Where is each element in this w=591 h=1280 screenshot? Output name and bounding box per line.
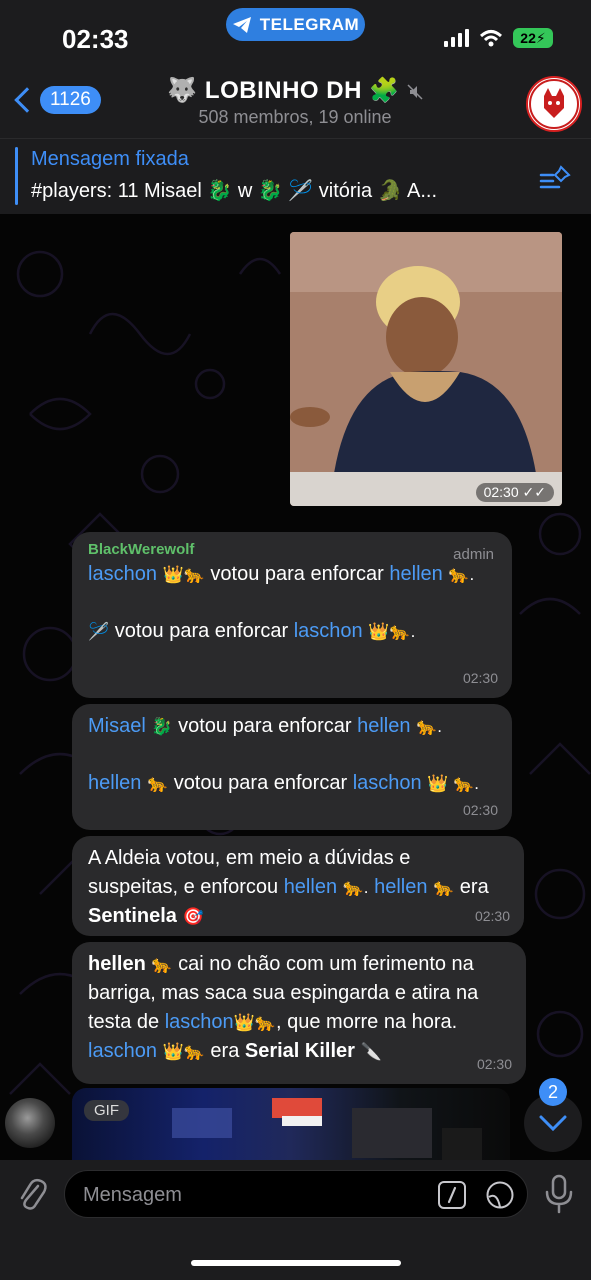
photo-message[interactable]: 02:30 ✓✓ [290, 232, 562, 506]
message-time: 02:30 [476, 1056, 512, 1072]
mention-link[interactable]: hellen [374, 876, 427, 898]
message-text: hellen 🐆 cai no chão com um ferimento na… [88, 953, 479, 1062]
chevron-down-icon [539, 1115, 567, 1131]
message-time: 02:30 [462, 670, 498, 686]
status-bar: 02:33 TELEGRAM 22 ⚡ [0, 0, 591, 70]
pinned-message-bar[interactable]: Mensagem fixada #players: 11 Misael 🐉 w … [0, 138, 591, 214]
message-bubble[interactable]: hellen 🐆 cai no chão com um ferimento na… [72, 942, 526, 1084]
battery-icon: 22 ⚡ [513, 28, 553, 48]
status-time: 02:33 [62, 24, 129, 54]
message-input[interactable] [83, 1180, 413, 1210]
chat-title-text: LOBINHO DH [204, 77, 362, 104]
microphone-icon[interactable] [544, 1174, 574, 1214]
mention-link[interactable]: laschon [88, 1040, 157, 1062]
muted-icon [407, 84, 423, 100]
chat-header: 1126 🐺 LOBINHO DH 🧩 508 membros, 19 onli… [0, 70, 591, 138]
wolf-logo-icon [529, 79, 579, 129]
unread-mentions-badge: 2 [539, 1078, 567, 1106]
telegram-pill-label: TELEGRAM [259, 14, 360, 34]
puzzle-emoji: 🧩 [369, 77, 400, 104]
gif-message[interactable]: GIF [72, 1088, 510, 1160]
admin-badge: admin [453, 546, 494, 563]
message-time: 02:30 [462, 802, 498, 818]
mention-link[interactable]: hellen [357, 715, 410, 737]
pinned-text: #players: 11 Misael 🐉 w 🐉 🪡 vitória 🐊 A.… [31, 180, 438, 202]
sender-avatar[interactable] [5, 1098, 55, 1148]
chevron-left-icon [14, 87, 40, 113]
telegram-icon [232, 16, 251, 33]
mention-link[interactable]: laschon [353, 772, 422, 794]
message-sender[interactable]: BlackWerewolf [88, 540, 496, 560]
chat-subtitle: 508 membros, 19 online [198, 107, 392, 127]
group-avatar[interactable] [526, 76, 582, 132]
home-indicator [191, 1260, 401, 1266]
wolf-emoji: 🐺 [167, 77, 198, 104]
message-text: hellen 🐆 votou para enforcar laschon 👑 🐆… [88, 772, 479, 794]
back-button[interactable]: 1126 [10, 86, 101, 114]
message-time: 02:30 [474, 908, 510, 924]
mention-link[interactable]: laschon [88, 563, 157, 585]
chat-area[interactable]: 02:30 ✓✓ BlackWerewolf admin laschon 👑🐆 … [0, 214, 591, 1160]
mention-link[interactable]: hellen [389, 563, 442, 585]
chat-title-area[interactable]: 🐺 LOBINHO DH 🧩 508 membros, 19 online [120, 76, 470, 128]
signal-icon [444, 29, 469, 47]
attach-icon[interactable] [14, 1176, 48, 1212]
message-text: 🪡 votou para enforcar laschon 👑🐆. [88, 620, 416, 642]
mention-link[interactable]: Misael [88, 715, 146, 737]
gif-preview [172, 1098, 482, 1160]
sticker-icon[interactable] [485, 1180, 515, 1210]
message-bubble[interactable]: BlackWerewolf admin laschon 👑🐆 votou par… [72, 532, 512, 698]
pinned-list-icon[interactable] [539, 165, 571, 191]
chat-title: 🐺 LOBINHO DH 🧩 [120, 76, 470, 105]
unread-count-badge: 1126 [40, 86, 101, 114]
message-bubble[interactable]: Misael 🐉 votou para enforcar hellen 🐆. h… [72, 704, 512, 830]
wifi-icon [479, 30, 503, 47]
message-text: laschon 👑🐆 votou para enforcar hellen 🐆. [88, 563, 475, 585]
message-input-bar [0, 1160, 591, 1280]
mention-link[interactable]: laschon [294, 620, 363, 642]
mention-link[interactable]: hellen [88, 772, 141, 794]
gif-label: GIF [84, 1100, 129, 1121]
commands-icon[interactable] [437, 1180, 467, 1210]
message-text: Misael 🐉 votou para enforcar hellen 🐆. [88, 715, 442, 737]
message-input-field[interactable] [64, 1170, 528, 1218]
pinned-label: Mensagem fixada [31, 148, 189, 170]
photo-image [290, 232, 562, 506]
message-text: A Aldeia votou, em meio a dúvidas e susp… [88, 847, 489, 927]
read-check-icon: ✓✓ [522, 484, 546, 500]
mention-link[interactable]: hellen [284, 876, 337, 898]
message-bubble[interactable]: A Aldeia votou, em meio a dúvidas e susp… [72, 836, 524, 936]
pinned-indicator [15, 147, 18, 205]
telegram-pill[interactable]: TELEGRAM [226, 8, 365, 41]
mention-link[interactable]: laschon [165, 1011, 234, 1033]
message-time: 02:30 ✓✓ [475, 483, 554, 502]
